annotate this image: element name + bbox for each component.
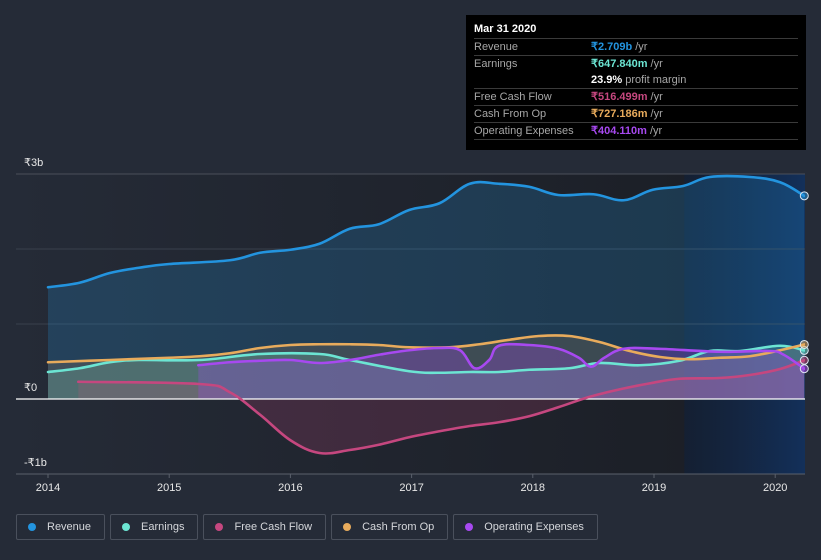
x-tick-label: 2017 [399,482,423,494]
tooltip-value: ₹2.709b [591,41,633,53]
tooltip-unit: /yr [650,58,663,70]
tooltip-value: ₹404.110m [591,125,647,137]
x-tick-label: 2016 [278,482,302,494]
legend-label: Cash From Op [362,521,435,533]
tooltip-label: Cash From Op [474,108,547,120]
cash-from-op-endpoint [799,339,809,349]
legend-label: Earnings [141,521,185,533]
x-tick-label: 2018 [521,482,545,494]
tooltip-row-free-cash-flow: Free Cash Flow ₹516.499m /yr [474,89,798,106]
x-tick-label: 2020 [763,482,787,494]
tooltip-value: 23.9% [591,74,623,86]
tooltip-label: Operating Expenses [474,125,574,137]
legend-item-free-cash-flow[interactable]: Free Cash Flow [203,514,327,540]
tooltip-value: ₹647.840m [591,58,648,70]
tooltip-unit: /yr [649,125,663,137]
tooltip-row-cash-from-op: Cash From Op ₹727.186m /yr [474,106,798,123]
tooltip-label: Revenue [474,41,519,53]
legend-item-cash-from-op[interactable]: Cash From Op [331,514,449,540]
x-tick-label: 2015 [157,482,181,494]
legend-label: Operating Expenses [484,521,584,533]
tooltip-value: ₹727.186m [591,108,648,120]
tooltip-row-earnings: Earnings ₹647.840m /yr [474,56,798,72]
legend: Revenue Earnings Free Cash Flow Cash Fro… [16,514,598,540]
tooltip-label: Earnings [474,58,518,70]
legend-item-operating-expenses[interactable]: Operating Expenses [453,514,598,540]
tooltip-date: Mar 31 2020 [474,21,798,39]
revenue-endpoint [799,191,809,201]
tooltip-value: ₹516.499m [591,91,648,103]
free-cash-flow-dot-icon [215,523,224,531]
earnings-dot-icon [122,523,131,531]
operating-expenses-endpoint [799,364,809,374]
cash-from-op-dot-icon [343,523,352,531]
tooltip-label [474,72,591,88]
tooltip-unit: /yr [635,41,648,53]
operating-expenses-dot-icon [465,523,474,531]
tooltip-unit: /yr [650,91,663,103]
free-cash-flow-endpoint [799,355,809,365]
legend-item-earnings[interactable]: Earnings [110,514,199,540]
tooltip-row-profit-margin: 23.9% profit margin [474,72,798,89]
tooltip: Mar 31 2020 Revenue ₹2.709b /yr Earnings… [466,15,806,150]
tooltip-row-revenue: Revenue ₹2.709b /yr [474,39,798,56]
y-tick-label: ₹0 [24,382,37,394]
tooltip-unit: profit margin [625,74,687,86]
legend-label: Free Cash Flow [234,521,313,533]
tooltip-unit: /yr [650,108,663,120]
y-tick-label: -₹1b [24,457,47,469]
tooltip-label: Free Cash Flow [474,91,552,103]
y-tick-label: ₹3b [24,157,43,169]
tooltip-row-operating-expenses: Operating Expenses ₹404.110m /yr [474,123,798,140]
legend-item-revenue[interactable]: Revenue [16,514,106,540]
x-tick-label: 2019 [642,482,666,494]
legend-label: Revenue [47,521,92,533]
x-tick-label: 2014 [36,482,60,494]
revenue-dot-icon [28,523,36,531]
